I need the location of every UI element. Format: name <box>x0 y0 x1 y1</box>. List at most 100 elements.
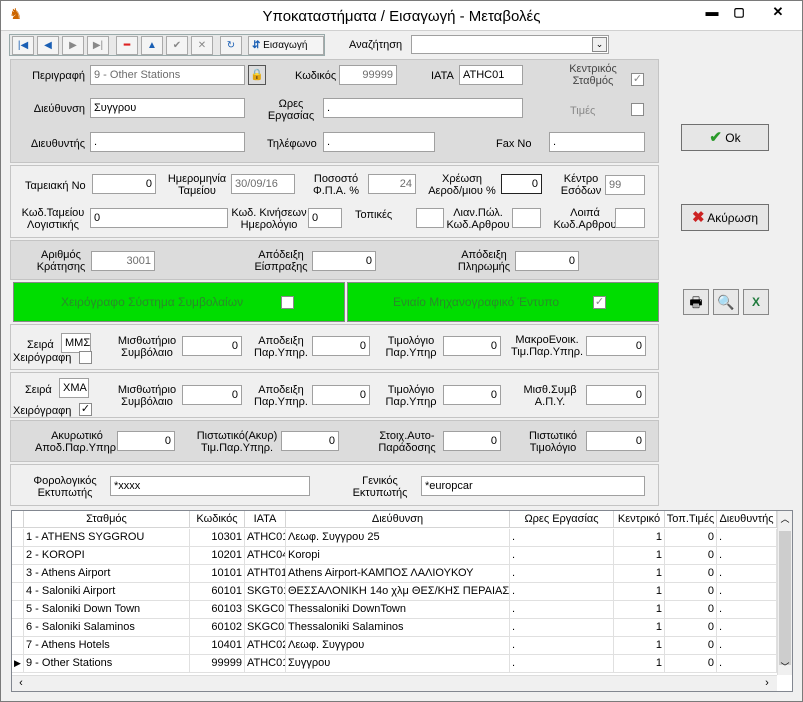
delete-record-button[interactable]: ━ <box>116 36 138 55</box>
close-button[interactable]: ✕ <box>758 3 798 23</box>
minimize-button[interactable]: ▬ <box>698 3 726 23</box>
row-indicator[interactable] <box>12 637 24 655</box>
grid-cell-hours[interactable]: . <box>510 637 614 655</box>
central-checkbox[interactable]: ✓ <box>631 73 644 86</box>
row-indicator[interactable] <box>12 583 24 601</box>
grid-cell-station[interactable]: 4 - Saloniki Airport <box>24 583 190 601</box>
grid-cell-local[interactable]: 0 <box>665 637 717 655</box>
excel-export-icon[interactable]: X <box>743 289 769 315</box>
series-1-manual-checkbox[interactable] <box>79 351 92 364</box>
grid-cell-manager[interactable]: . <box>717 601 777 619</box>
grid-cell-central[interactable]: 1 <box>614 619 665 637</box>
series-1-long-field[interactable]: 0 <box>586 336 646 356</box>
row-indicator[interactable] <box>12 547 24 565</box>
local-field[interactable] <box>416 208 444 228</box>
grid-col-address[interactable]: Διεύθυνση <box>286 511 510 528</box>
grid-cell-iata[interactable]: SKGT01 <box>245 583 286 601</box>
grid-cell-address[interactable]: Λεωφ. Συγγρου 25 <box>286 529 510 547</box>
grid-cell-hours[interactable]: . <box>510 655 614 673</box>
row-indicator[interactable] <box>12 601 24 619</box>
grid-cell-address[interactable]: Thessaloniki DownTown <box>286 601 510 619</box>
grid-cell-address[interactable]: ΘΕΣΣΑΛΟΝΙΚΗ 14ο χλμ ΘΕΣ/ΚΗΣ ΠΕΡΑΙΑΣ <box>286 583 510 601</box>
preview-icon[interactable]: 🔍 <box>713 289 739 315</box>
grid-col-local[interactable]: Τοπ.Τιμές <box>665 511 717 528</box>
grid-cell-manager[interactable]: . <box>717 637 777 655</box>
grid-cell-station[interactable]: 2 - KOROPI <box>24 547 190 565</box>
grid-cell-code[interactable]: 10101 <box>190 565 245 583</box>
search-combo[interactable] <box>411 35 609 54</box>
grid-cell-code[interactable]: 10301 <box>190 529 245 547</box>
stations-grid[interactable]: Σταθμός Κωδικός IATA Διεύθυνση Ωρες Εργα… <box>11 510 793 692</box>
grid-cell-local[interactable]: 0 <box>665 547 717 565</box>
grid-cell-code[interactable]: 60102 <box>190 619 245 637</box>
next-record-button[interactable]: ▶ <box>62 36 84 55</box>
credit-invoice-field[interactable]: 0 <box>586 431 646 451</box>
grid-cell-central[interactable]: 1 <box>614 565 665 583</box>
row-indicator[interactable] <box>12 529 24 547</box>
iata-field[interactable]: ATHC01 <box>459 65 523 85</box>
grid-cell-iata[interactable]: ATHC04 <box>245 547 286 565</box>
manager-field[interactable]: . <box>90 132 245 152</box>
series-2-receipt-field[interactable]: 0 <box>312 385 370 405</box>
grid-cell-code[interactable]: 10401 <box>190 637 245 655</box>
grid-cell-station[interactable]: 6 - Saloniki Salaminos <box>24 619 190 637</box>
prior-record-button[interactable]: ◀ <box>37 36 59 55</box>
lock-icon[interactable]: 🔒 <box>248 65 266 85</box>
grid-cell-manager[interactable]: . <box>717 655 777 673</box>
grid-cell-address[interactable]: Συγγρου <box>286 655 510 673</box>
grid-cell-address[interactable]: Λεωφ. Συγγρου <box>286 637 510 655</box>
receipt-in-field[interactable]: 0 <box>312 251 376 271</box>
vat-field[interactable]: 24 <box>368 174 416 194</box>
movement-journal-field[interactable]: 0 <box>308 208 342 228</box>
address-field[interactable]: Συγγρου <box>90 98 245 118</box>
ok-button[interactable]: ✔ Ok <box>681 124 769 151</box>
grid-cell-central[interactable]: 1 <box>614 655 665 673</box>
scroll-right-icon[interactable]: › <box>760 675 774 691</box>
airport-charge-field[interactable]: 0 <box>501 174 542 194</box>
series-1-receipt-field[interactable]: 0 <box>312 336 370 356</box>
grid-cell-address[interactable]: Koropi <box>286 547 510 565</box>
receipt-out-field[interactable]: 0 <box>515 251 579 271</box>
grid-col-central[interactable]: Κεντρικό <box>614 511 665 528</box>
grid-cell-central[interactable]: 1 <box>614 637 665 655</box>
grid-cell-station[interactable]: 7 - Athens Hotels <box>24 637 190 655</box>
insert-button[interactable]: ⇵ Εισαγωγή <box>248 36 324 55</box>
description-field[interactable]: 9 - Other Stations <box>90 65 245 85</box>
cash-no-field[interactable]: 0 <box>92 174 156 194</box>
grid-cell-hours[interactable]: . <box>510 601 614 619</box>
scroll-up-icon[interactable]: ︿ <box>777 511 792 527</box>
grid-cell-manager[interactable]: . <box>717 547 777 565</box>
grid-cell-hours[interactable]: . <box>510 619 614 637</box>
series-1-lease-field[interactable]: 0 <box>182 336 242 356</box>
grid-col-iata[interactable]: IATA <box>245 511 286 528</box>
grid-cell-iata[interactable]: SKGC01 <box>245 601 286 619</box>
general-printer-field[interactable]: *europcar <box>421 476 645 496</box>
manual-system-checkbox[interactable] <box>281 296 294 309</box>
grid-cell-station[interactable]: 3 - Athens Airport <box>24 565 190 583</box>
series-2-apy-field[interactable]: 0 <box>586 385 646 405</box>
auto-delivery-field[interactable]: 0 <box>443 431 501 451</box>
row-indicator[interactable] <box>12 619 24 637</box>
grid-cell-manager[interactable]: . <box>717 619 777 637</box>
first-record-button[interactable]: |◀ <box>12 36 34 55</box>
grid-cell-hours[interactable]: . <box>510 583 614 601</box>
grid-cell-local[interactable]: 0 <box>665 565 717 583</box>
series-2-lease-field[interactable]: 0 <box>182 385 242 405</box>
grid-cell-local[interactable]: 0 <box>665 619 717 637</box>
grid-col-code[interactable]: Κωδικός <box>190 511 245 528</box>
edit-record-button[interactable]: ▲ <box>141 36 163 55</box>
hours-field[interactable]: . <box>323 98 523 118</box>
scroll-thumb[interactable] <box>779 531 791 665</box>
tax-printer-field[interactable]: *xxxx <box>110 476 310 496</box>
series-2-field[interactable]: ΧΜΑ <box>59 378 89 398</box>
grid-cell-hours[interactable]: . <box>510 565 614 583</box>
grid-cell-hours[interactable]: . <box>510 529 614 547</box>
series-2-invoice-field[interactable]: 0 <box>443 385 501 405</box>
retail-field[interactable] <box>512 208 541 228</box>
grid-cell-central[interactable]: 1 <box>614 547 665 565</box>
cash-date-field[interactable]: 30/09/16 <box>231 174 295 194</box>
grid-cell-hours[interactable]: . <box>510 547 614 565</box>
grid-cell-iata[interactable]: SKGC02 <box>245 619 286 637</box>
grid-cell-iata[interactable]: ATHC01 <box>245 655 286 673</box>
phone-field[interactable]: . <box>323 132 435 152</box>
